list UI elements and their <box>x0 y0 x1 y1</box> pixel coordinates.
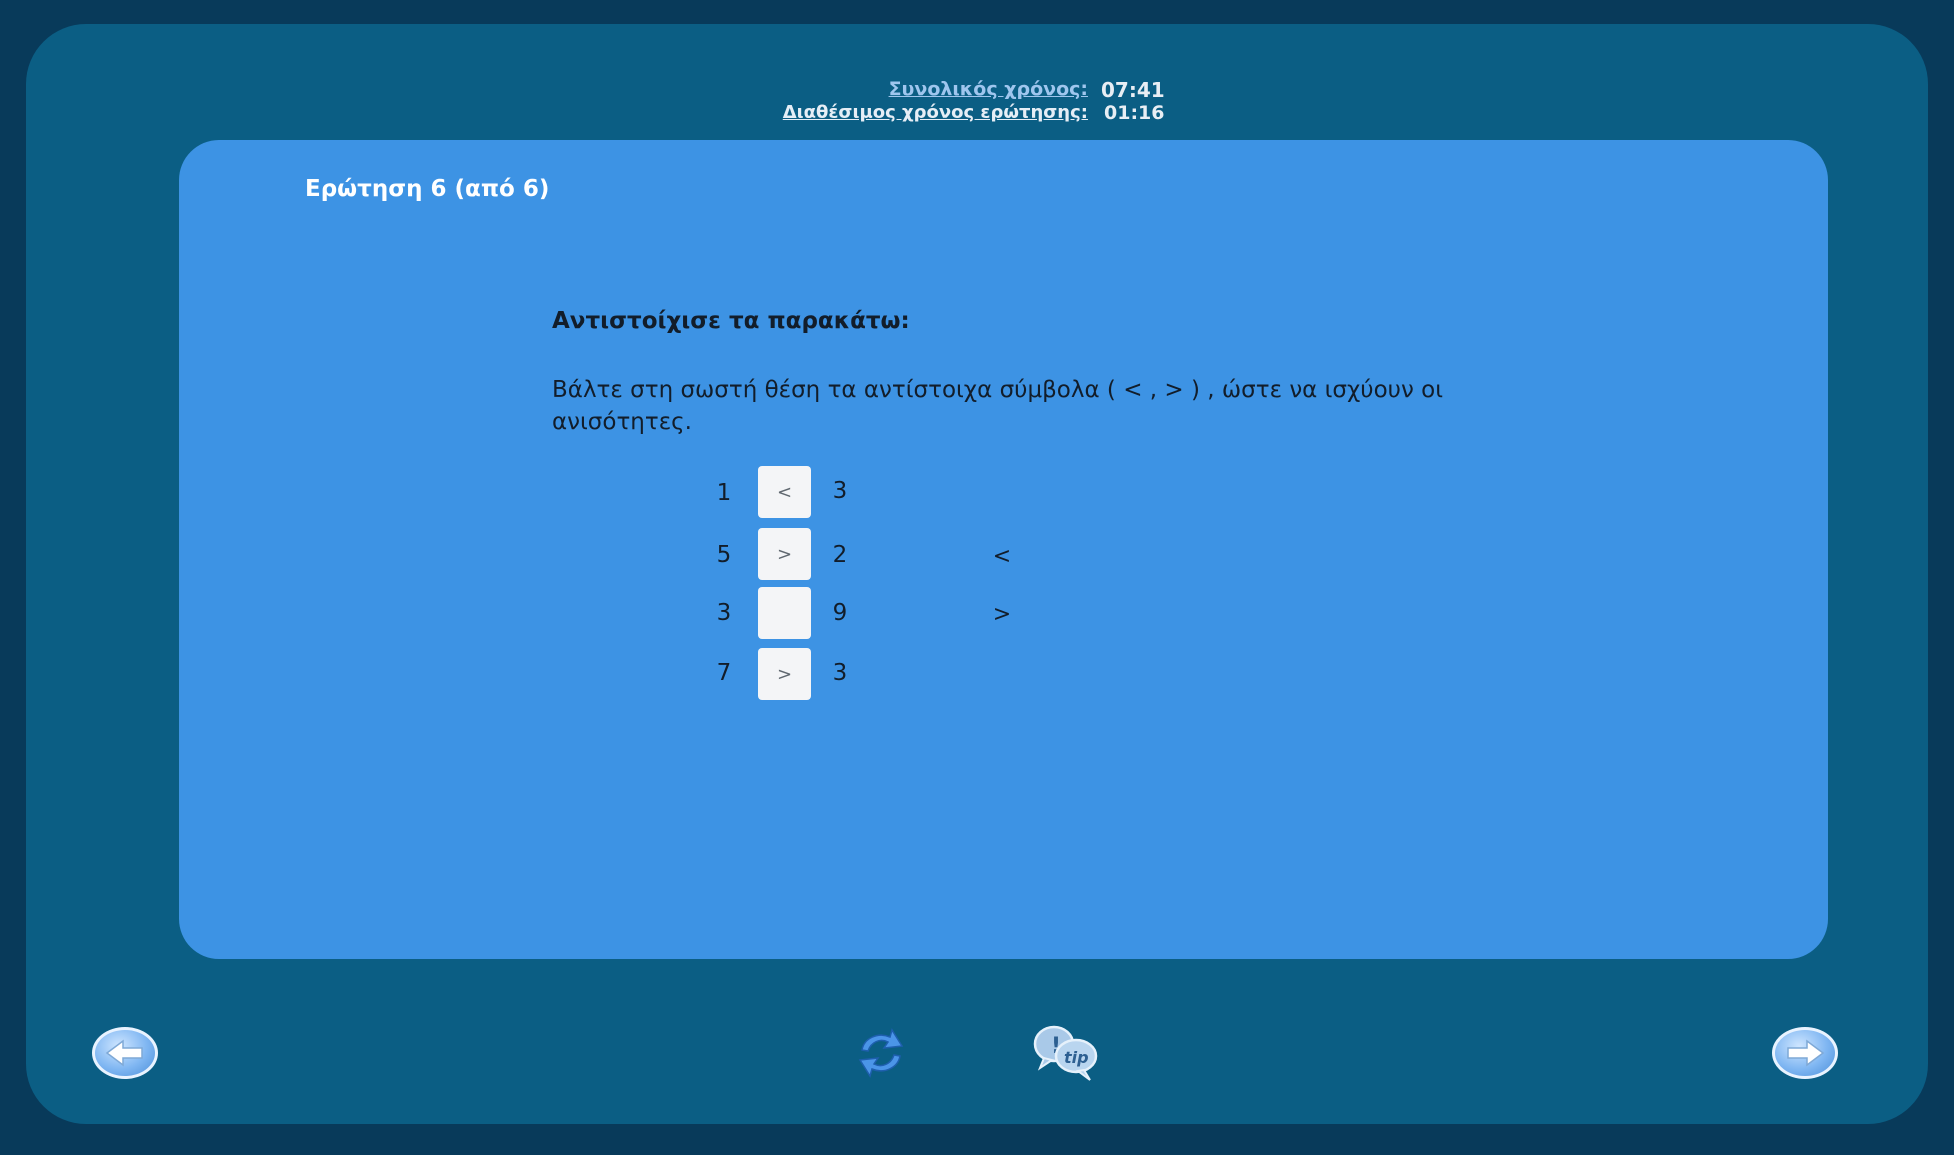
choice-less-than[interactable]: < <box>992 544 1012 569</box>
arrow-right-icon <box>1787 1039 1825 1067</box>
row-3-right-number: 9 <box>832 600 848 626</box>
row-4-right-number: 3 <box>832 660 848 686</box>
row-3-drop-slot[interactable] <box>758 587 811 639</box>
tip-icon: ! tip <box>1033 1025 1098 1081</box>
row-2-right-number: 2 <box>832 542 848 568</box>
row-3-left-number: 3 <box>716 600 732 626</box>
question-panel: Ερώτηση 6 (από 6) Αντιστοίχισε τα παρακά… <box>179 140 1828 959</box>
row-4-left-number: 7 <box>716 660 732 686</box>
timer-area: Συνολικός χρόνος: Διαθέσιμος χρόνος ερώτ… <box>0 54 1954 130</box>
choice-greater-than[interactable]: > <box>992 602 1012 627</box>
total-time-value: 07:41 <box>1101 78 1165 102</box>
question-time-label: Διαθέσιμος χρόνος ερώτησης: <box>782 102 1088 123</box>
question-time-row: Διαθέσιμος χρόνος ερώτησης: <box>0 102 1088 128</box>
question-number: Ερώτηση 6 (από 6) <box>305 176 550 202</box>
row-1-left-number: 1 <box>716 480 732 506</box>
question-title: Αντιστοίχισε τα παρακάτω: <box>552 308 910 334</box>
next-button[interactable] <box>1772 1027 1838 1079</box>
tip-button[interactable]: ! tip <box>1032 1022 1102 1084</box>
row-1-right-number: 3 <box>832 478 848 504</box>
question-text: Βάλτε στη σωστή θέση τα αντίστοιχα σύμβο… <box>552 377 1443 435</box>
refresh-icon <box>858 1028 904 1078</box>
total-time-label: Συνολικός χρόνος: <box>888 78 1088 100</box>
svg-text:tip: tip <box>1064 1048 1089 1067</box>
reload-button[interactable] <box>852 1024 910 1082</box>
row-2-left-number: 5 <box>716 542 732 568</box>
total-time-row: Συνολικός χρόνος: <box>0 78 1088 104</box>
row-2-drop-slot[interactable]: > <box>758 528 811 580</box>
row-1-drop-slot[interactable]: < <box>758 466 811 518</box>
row-4-drop-slot[interactable]: > <box>758 648 811 700</box>
question-time-value: 01:16 <box>1104 102 1165 124</box>
back-button[interactable] <box>92 1027 158 1079</box>
arrow-left-icon <box>105 1039 143 1067</box>
